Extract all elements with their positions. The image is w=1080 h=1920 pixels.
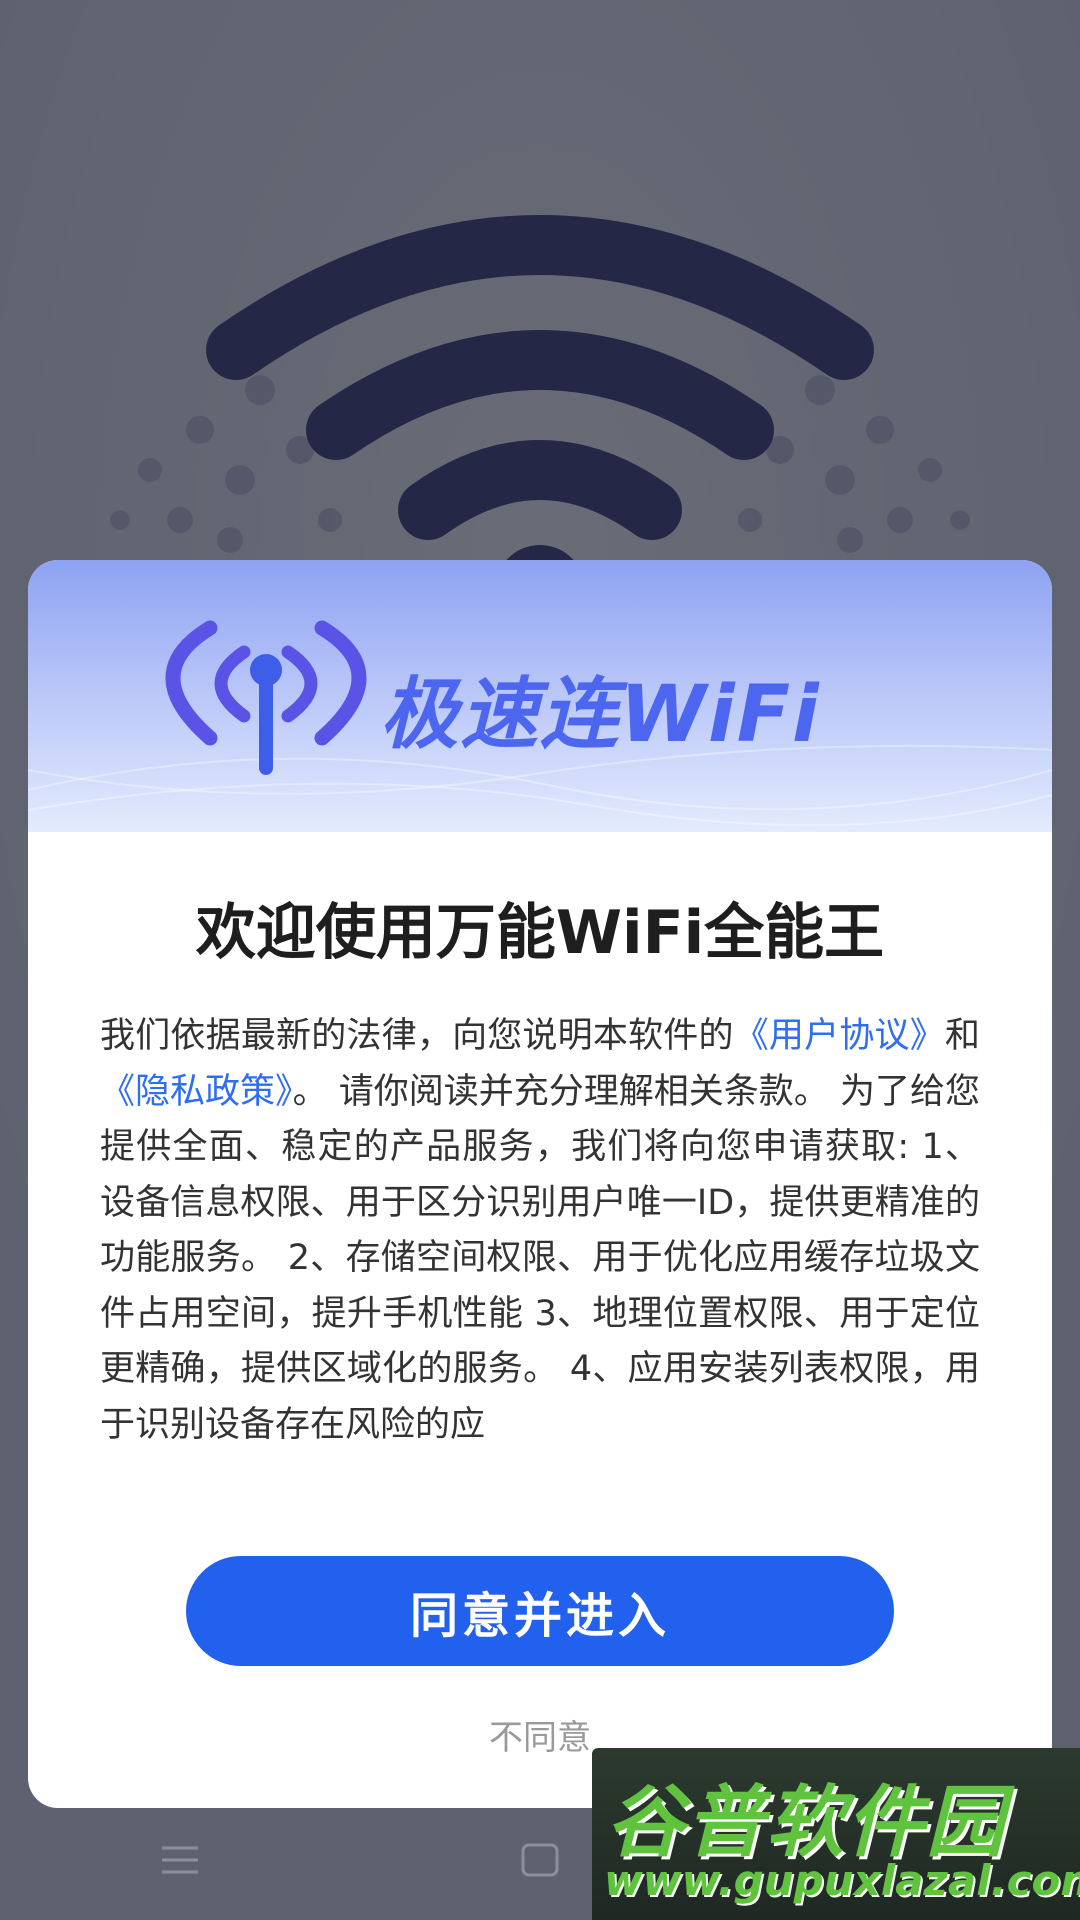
brand-logo-text: 极速连WiFi bbox=[380, 670, 821, 760]
agreement-and: 和 bbox=[944, 1016, 980, 1056]
app-screen: 极速连WiFi 欢迎使用万能WiFi全能王 我们依据最新的法律，向您说明本软件的… bbox=[0, 0, 1080, 1920]
menu-icon[interactable] bbox=[150, 1830, 210, 1890]
user-agreement-link[interactable]: 《用户协议》 bbox=[734, 1016, 945, 1056]
home-icon[interactable] bbox=[510, 1830, 570, 1890]
agreement-intro: 我们依据最新的法律，向您说明本软件的 bbox=[100, 1016, 734, 1056]
agreement-text: 我们依据最新的法律，向您说明本软件的《用户协议》和《隐私政策》。 请你阅读并充分… bbox=[100, 1009, 980, 1469]
agreement-details: 。 请你阅读并充分理解相关条款。 为了给您提供全面、稳定的产品服务，我们将向您申… bbox=[100, 1071, 980, 1445]
watermark-url: www.gupuxlazal.com bbox=[604, 1856, 1080, 1905]
dialog-title: 欢迎使用万能WiFi全能王 bbox=[195, 898, 885, 968]
antenna-signal-icon bbox=[165, 620, 367, 775]
privacy-dialog: 极速连WiFi 欢迎使用万能WiFi全能王 我们依据最新的法律，向您说明本软件的… bbox=[28, 560, 1052, 1808]
agree-button[interactable]: 同意并进入 bbox=[186, 1556, 894, 1666]
privacy-policy-link[interactable]: 《隐私政策》 bbox=[100, 1072, 293, 1112]
dialog-banner: 极速连WiFi bbox=[28, 560, 1052, 832]
site-watermark: 谷普软件园 www.gupuxlazal.com bbox=[592, 1748, 1080, 1920]
